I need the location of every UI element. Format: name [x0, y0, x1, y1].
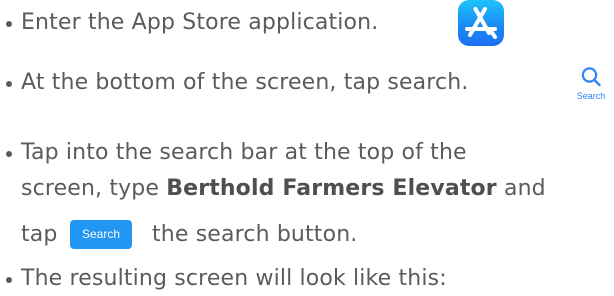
- step-3-text-2-suffix: and: [496, 176, 546, 201]
- step-3-line-2: screen, type Berthold Farmers Elevator a…: [0, 172, 614, 206]
- step-1-text: Enter the App Store application.: [21, 10, 379, 35]
- search-tab-button[interactable]: Search: [571, 66, 611, 106]
- search-icon: [581, 67, 601, 87]
- search-tab-label: Search: [576, 91, 606, 101]
- search-button[interactable]: Search: [70, 220, 132, 249]
- step-4-text: The resulting screen will look like this…: [21, 266, 447, 291]
- step-3-text-2-prefix: screen, type: [21, 176, 167, 201]
- step-3-text-1: Tap into the search bar at the top of th…: [21, 140, 467, 165]
- step-3-text-3-suffix: the search button.: [152, 222, 358, 247]
- step-3-text-2: screen, type Berthold Farmers Elevator a…: [21, 172, 546, 206]
- step-3-text-3-prefix: tap: [21, 222, 58, 247]
- app-store-glyph: [465, 7, 497, 39]
- bullet: [6, 21, 12, 27]
- step-3-line-1: Tap into the search bar at the top of th…: [0, 136, 614, 170]
- instruction-steps: Enter the App Store application. At the …: [0, 0, 614, 294]
- step-4: The resulting screen will look like this…: [0, 262, 614, 296]
- bullet: [6, 151, 12, 157]
- bullet: [6, 81, 12, 87]
- step-2: At the bottom of the screen, tap search.: [0, 66, 570, 100]
- step-1: Enter the App Store application.: [0, 6, 614, 40]
- app-store-icon: [458, 0, 504, 46]
- app-name: Berthold Farmers Elevator: [166, 176, 497, 201]
- bullet: [6, 277, 12, 283]
- step-2-text: At the bottom of the screen, tap search.: [21, 70, 469, 95]
